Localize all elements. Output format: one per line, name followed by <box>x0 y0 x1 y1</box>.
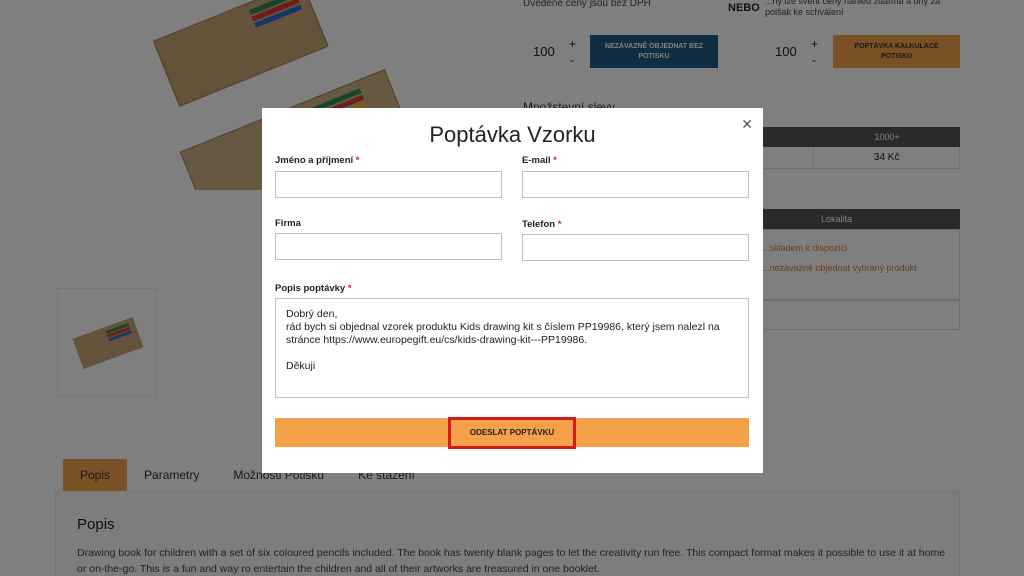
inquiry-message-textarea[interactable]: Dobrý den, rád bych si objednal vzorek p… <box>275 298 749 398</box>
phone-field[interactable] <box>522 234 749 261</box>
required-mark: * <box>557 219 562 230</box>
phone-label: Telefon * <box>522 219 561 230</box>
name-field[interactable] <box>275 171 502 198</box>
company-label: Firma <box>275 218 301 229</box>
company-field[interactable] <box>275 233 502 260</box>
company-label-text: Firma <box>275 218 301 229</box>
close-icon[interactable]: ✕ <box>741 116 753 133</box>
email-label: E-mail * <box>522 155 557 166</box>
submit-bar[interactable]: ODESLAT POPTÁVKU <box>275 416 749 449</box>
sample-request-modal: Poptávka Vzorku ✕ Jméno a příjmení * E-m… <box>262 108 763 473</box>
modal-title: Poptávka Vzorku <box>429 122 596 147</box>
description-label: Popis poptávky * <box>275 283 352 294</box>
description-label-text: Popis poptávky <box>275 283 346 294</box>
required-mark: * <box>553 155 557 166</box>
email-label-text: E-mail <box>522 155 551 166</box>
required-mark: * <box>355 155 360 166</box>
name-label-text: Jméno a příjmení <box>275 155 354 166</box>
phone-label-text: Telefon <box>522 219 556 230</box>
name-label: Jméno a příjmení * <box>275 155 359 166</box>
required-mark: * <box>347 283 352 294</box>
email-field[interactable] <box>522 171 749 198</box>
submit-inquiry-button[interactable]: ODESLAT POPTÁVKU <box>448 416 576 449</box>
